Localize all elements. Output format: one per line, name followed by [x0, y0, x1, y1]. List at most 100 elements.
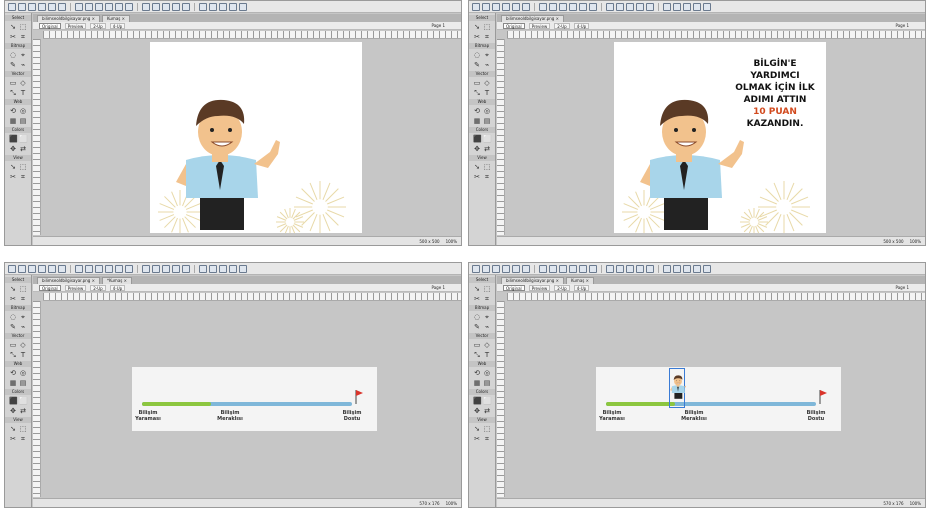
tool-icon[interactable]: ⌁ — [483, 323, 491, 331]
tool-icon[interactable]: ◎ — [19, 369, 27, 377]
toolbar-button[interactable] — [105, 264, 113, 273]
toolbar-button[interactable] — [539, 264, 547, 273]
toolbar-button[interactable] — [142, 2, 150, 11]
toolbar-button[interactable] — [199, 2, 207, 11]
toolbar-button[interactable] — [209, 2, 217, 11]
toolbar-button[interactable] — [512, 264, 520, 273]
tool-icon[interactable]: ▦ — [9, 379, 17, 387]
tool-icon[interactable]: ➘ — [9, 23, 17, 31]
toolbar-button[interactable] — [38, 2, 46, 11]
view-preview-button[interactable]: Preview — [528, 22, 551, 29]
tool-icon[interactable]: ◌ — [473, 313, 481, 321]
tool-icon[interactable]: ▭ — [473, 341, 481, 349]
character-selection[interactable] — [669, 368, 689, 408]
tool-icon[interactable]: ⌁ — [19, 61, 27, 69]
document-tab[interactable]: bilimseoldbilgisayar.png × — [501, 277, 564, 284]
toolbar-button[interactable] — [95, 2, 103, 11]
tool-icon[interactable]: ✎ — [473, 61, 481, 69]
view-4up-button[interactable]: 4-Up — [109, 284, 126, 291]
tool-icon[interactable]: ⌖ — [19, 313, 27, 321]
tool-icon[interactable]: ⌗ — [483, 295, 491, 303]
tool-icon[interactable]: ⤡ — [9, 89, 17, 97]
tool-icon[interactable]: ⬚ — [483, 23, 491, 31]
toolbar-button[interactable] — [512, 2, 520, 11]
tool-icon[interactable]: ➘ — [473, 163, 481, 171]
tool-icon[interactable]: ✂ — [473, 295, 481, 303]
toolbar-button[interactable] — [58, 264, 66, 273]
page-label[interactable]: Page 1 — [432, 285, 446, 291]
toolbar-button[interactable] — [606, 264, 614, 273]
view-2up-button[interactable]: 2-Up — [90, 284, 106, 291]
tool-icon[interactable]: ✎ — [473, 323, 481, 331]
view-original-button[interactable]: Original — [39, 22, 61, 29]
toolbar-button[interactable] — [85, 264, 93, 273]
toolbar-button[interactable] — [219, 2, 227, 11]
tool-icon[interactable]: ⌗ — [19, 173, 27, 181]
tool-icon[interactable]: ⬜ — [483, 397, 492, 405]
tool-icon[interactable]: ◎ — [19, 107, 27, 115]
tool-icon[interactable]: T — [483, 351, 491, 359]
tool-icon[interactable]: ◌ — [473, 51, 481, 59]
tool-icon[interactable]: ⬜ — [483, 135, 492, 143]
toolbar-button[interactable] — [48, 264, 56, 273]
toolbar-button[interactable] — [502, 264, 510, 273]
tool-icon[interactable]: ⌁ — [483, 61, 491, 69]
toolbar-button[interactable] — [539, 2, 547, 11]
tool-icon[interactable]: ⌁ — [19, 323, 27, 331]
toolbar-button[interactable] — [75, 2, 83, 11]
toolbar-button[interactable] — [636, 264, 644, 273]
tool-icon[interactable]: ✂ — [473, 435, 481, 443]
tool-icon[interactable]: ◎ — [483, 369, 491, 377]
tool-icon[interactable]: ▭ — [9, 79, 17, 87]
toolbar-button[interactable] — [172, 2, 180, 11]
tool-icon[interactable]: ⇄ — [19, 145, 27, 153]
tool-icon[interactable]: ✂ — [9, 33, 17, 41]
document-tab[interactable]: Kumaş × — [565, 277, 594, 284]
tool-icon[interactable]: T — [19, 351, 27, 359]
tool-icon[interactable]: ◇ — [483, 341, 491, 349]
toolbar-button[interactable] — [663, 2, 671, 11]
page-label[interactable]: Page 1 — [896, 23, 910, 29]
tool-icon[interactable]: ⌗ — [19, 295, 27, 303]
tool-icon[interactable]: ✂ — [473, 33, 481, 41]
tool-icon[interactable]: ▦ — [473, 379, 481, 387]
artboard-canvas[interactable] — [150, 42, 362, 233]
tool-icon[interactable]: ⌗ — [19, 435, 27, 443]
tool-icon[interactable]: ⤡ — [473, 89, 481, 97]
toolbar-button[interactable] — [606, 2, 614, 11]
tool-icon[interactable]: ▦ — [9, 117, 17, 125]
toolbar-button[interactable] — [502, 2, 510, 11]
tool-icon[interactable]: ⌗ — [483, 435, 491, 443]
view-2up-button[interactable]: 2-Up — [90, 22, 106, 29]
toolbar-button[interactable] — [683, 2, 691, 11]
zoom-level[interactable]: 100% — [446, 239, 457, 244]
tool-icon[interactable]: ➘ — [473, 285, 481, 293]
tool-icon[interactable]: ⬛ — [9, 135, 18, 143]
toolbar-button[interactable] — [142, 264, 150, 273]
tool-icon[interactable]: ◎ — [483, 107, 491, 115]
toolbar-button[interactable] — [182, 264, 190, 273]
toolbar-button[interactable] — [492, 264, 500, 273]
tool-icon[interactable]: ⬛ — [9, 397, 18, 405]
tool-icon[interactable]: ➘ — [9, 163, 17, 171]
toolbar-button[interactable] — [162, 2, 170, 11]
toolbar-button[interactable] — [115, 264, 123, 273]
toolbar-button[interactable] — [673, 264, 681, 273]
toolbar-button[interactable] — [616, 264, 624, 273]
page-label[interactable]: Page 1 — [432, 23, 446, 29]
timeline-canvas[interactable]: Bilişim Yaraması Bilişim Meraklısı Bilişim Do… — [132, 367, 377, 431]
tool-icon[interactable]: ◇ — [483, 79, 491, 87]
tool-icon[interactable]: ✂ — [9, 173, 17, 181]
toolbar-button[interactable] — [75, 264, 83, 273]
toolbar-button[interactable] — [693, 264, 701, 273]
toolbar-button[interactable] — [28, 264, 36, 273]
tool-icon[interactable]: ✥ — [9, 407, 17, 415]
page-label[interactable]: Page 1 — [896, 285, 910, 291]
toolbar-button[interactable] — [579, 2, 587, 11]
toolbar-button[interactable] — [646, 264, 654, 273]
toolbar-button[interactable] — [549, 2, 557, 11]
zoom-level[interactable]: 100% — [446, 501, 457, 506]
toolbar-button[interactable] — [549, 264, 557, 273]
toolbar-button[interactable] — [95, 264, 103, 273]
tool-icon[interactable]: ➘ — [473, 425, 481, 433]
